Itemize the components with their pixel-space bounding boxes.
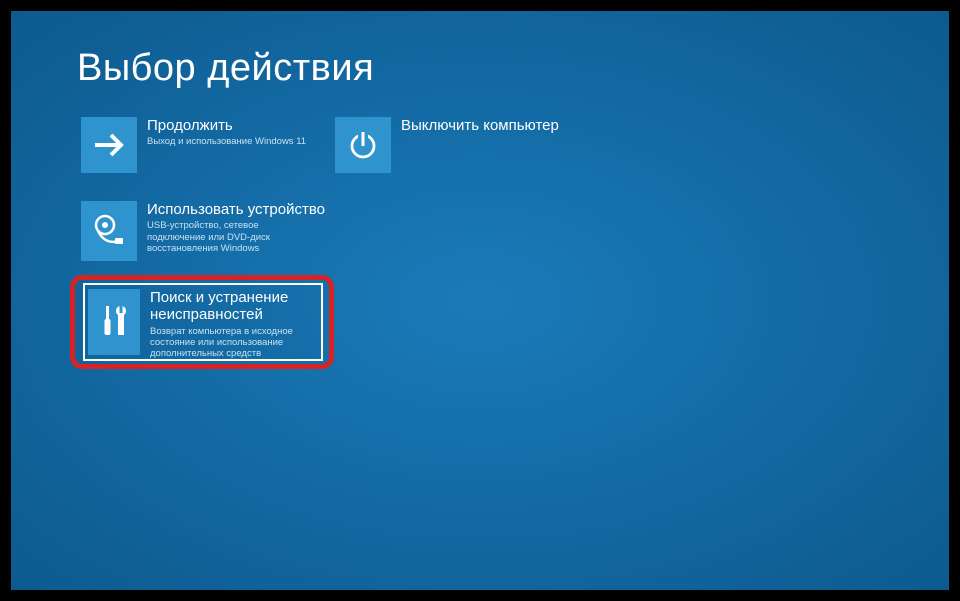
troubleshoot-text: Поиск и устранение неисправностей Возвра… [140,289,318,355]
shutdown-title: Выключить компьютер [401,117,559,134]
winre-frame: Выбор действия Продолжить Выход и исполь… [9,9,951,592]
use-device-tile[interactable]: Использовать устройство USB-устройство, … [81,201,325,273]
continue-text: Продолжить Выход и использование Windows… [137,117,306,148]
continue-desc: Выход и использование Windows 11 [147,136,306,147]
options-column-1: Продолжить Выход и использование Windows… [81,117,325,293]
continue-title: Продолжить [147,117,306,134]
shutdown-tile[interactable]: Выключить компьютер [335,117,579,181]
arrow-right-icon [81,117,137,173]
use-device-text: Использовать устройство USB-устройство, … [137,201,325,254]
troubleshoot-desc: Возврат компьютера в исходное состояние … [150,326,318,360]
troubleshoot-tile[interactable]: Поиск и устранение неисправностей Возвра… [83,283,323,361]
continue-tile[interactable]: Продолжить Выход и использование Windows… [81,117,325,181]
shutdown-text: Выключить компьютер [391,117,559,136]
page-title: Выбор действия [77,47,374,90]
highlight-annotation: Поиск и устранение неисправностей Возвра… [70,275,334,369]
options-column-2: Выключить компьютер [335,117,579,201]
use-device-desc: USB-устройство, сетевое подключение или … [147,220,317,254]
device-icon [81,201,137,261]
troubleshoot-title: Поиск и устранение неисправностей [150,289,318,324]
use-device-title: Использовать устройство [147,201,325,218]
power-icon [335,117,391,173]
tools-icon [88,289,140,355]
